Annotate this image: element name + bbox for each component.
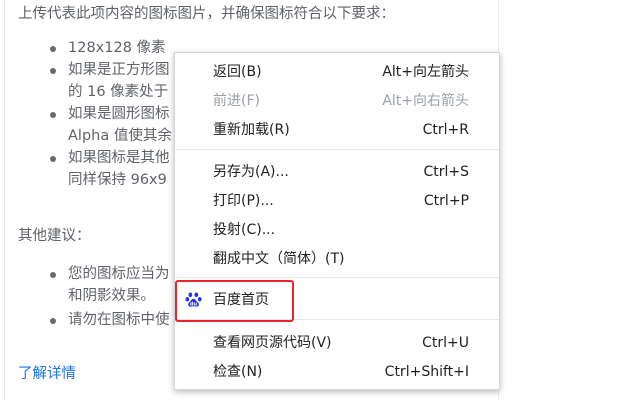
menu-item-label: 重新加载(R) [213,122,290,138]
menu-item-forward[interactable]: 前进(F) Alt+向右箭头 [175,87,499,115]
icon-requirements-intro: 上传代表此项内容的图标图片，并确保图标符合以下要求： [18,6,395,22]
menu-separator [175,149,499,150]
menu-item-shortcut: Ctrl+U [422,335,469,351]
bullet-icon [50,68,56,74]
bullet-icon [50,318,56,324]
menu-item-label: 另存为(A)... [213,164,289,180]
menu-item-shortcut: Alt+向右箭头 [382,93,469,109]
menu-separator [175,277,499,278]
annotation-highlight-box [175,280,294,322]
content-left-border [4,0,5,400]
other-suggestions-title: 其他建议： [18,228,91,244]
menu-item-label: 查看网页源代码(V) [213,335,332,351]
menu-item-shortcut: Ctrl+S [423,164,469,180]
list-item-text: 如果图标是其他 [68,150,170,166]
menu-item-label: 投射(C)... [213,222,276,238]
menu-item-inspect[interactable]: 检查(N) Ctrl+Shift+I [175,358,499,386]
list-item-text: 128x128 像素 [68,40,166,56]
menu-item-label: 检查(N) [213,364,263,380]
list-item-text: 您的图标应当为 [68,266,170,282]
menu-item-shortcut: Ctrl+P [423,193,469,209]
bullet-icon [50,112,56,118]
list-item-text-cont: 的 16 像素处于 [68,84,169,100]
menu-item-print[interactable]: 打印(P)... Ctrl+P [175,187,499,215]
bullet-icon [50,272,56,278]
menu-item-cast[interactable]: 投射(C)... [175,216,499,244]
menu-item-label: 打印(P)... [213,193,274,209]
list-item-text: 如果是正方形图 [68,62,170,78]
menu-item-translate[interactable]: 翻成中文（简体）(T) [175,245,499,273]
menu-item-label: 返回(B) [213,64,262,80]
list-item-text-cont: 和阴影效果。 [68,288,155,304]
list-item-text: 如果是圆形图标 [68,106,170,122]
menu-item-view-source[interactable]: 查看网页源代码(V) Ctrl+U [175,329,499,357]
list-item-text-cont: 同样保持 96x9 [68,172,167,188]
bullet-icon [50,46,56,52]
list-item-text: 请勿在图标中使 [68,312,170,328]
bullet-icon [50,156,56,162]
list-item-text-cont: Alpha 值使其余 [68,128,172,144]
menu-item-back[interactable]: 返回(B) Alt+向左箭头 [175,58,499,86]
menu-item-label: 翻成中文（简体）(T) [213,251,345,267]
learn-more-link[interactable]: 了解详情 [18,364,76,384]
menu-item-shortcut: Ctrl+Shift+I [384,364,469,380]
menu-item-shortcut: Alt+向左箭头 [382,64,469,80]
menu-item-shortcut: Ctrl+R [422,122,469,138]
menu-item-label: 前进(F) [213,93,260,109]
menu-item-reload[interactable]: 重新加载(R) Ctrl+R [175,116,499,144]
menu-item-save-as[interactable]: 另存为(A)... Ctrl+S [175,158,499,186]
context-menu: 返回(B) Alt+向左箭头 前进(F) Alt+向右箭头 重新加载(R) Ct… [174,52,500,390]
